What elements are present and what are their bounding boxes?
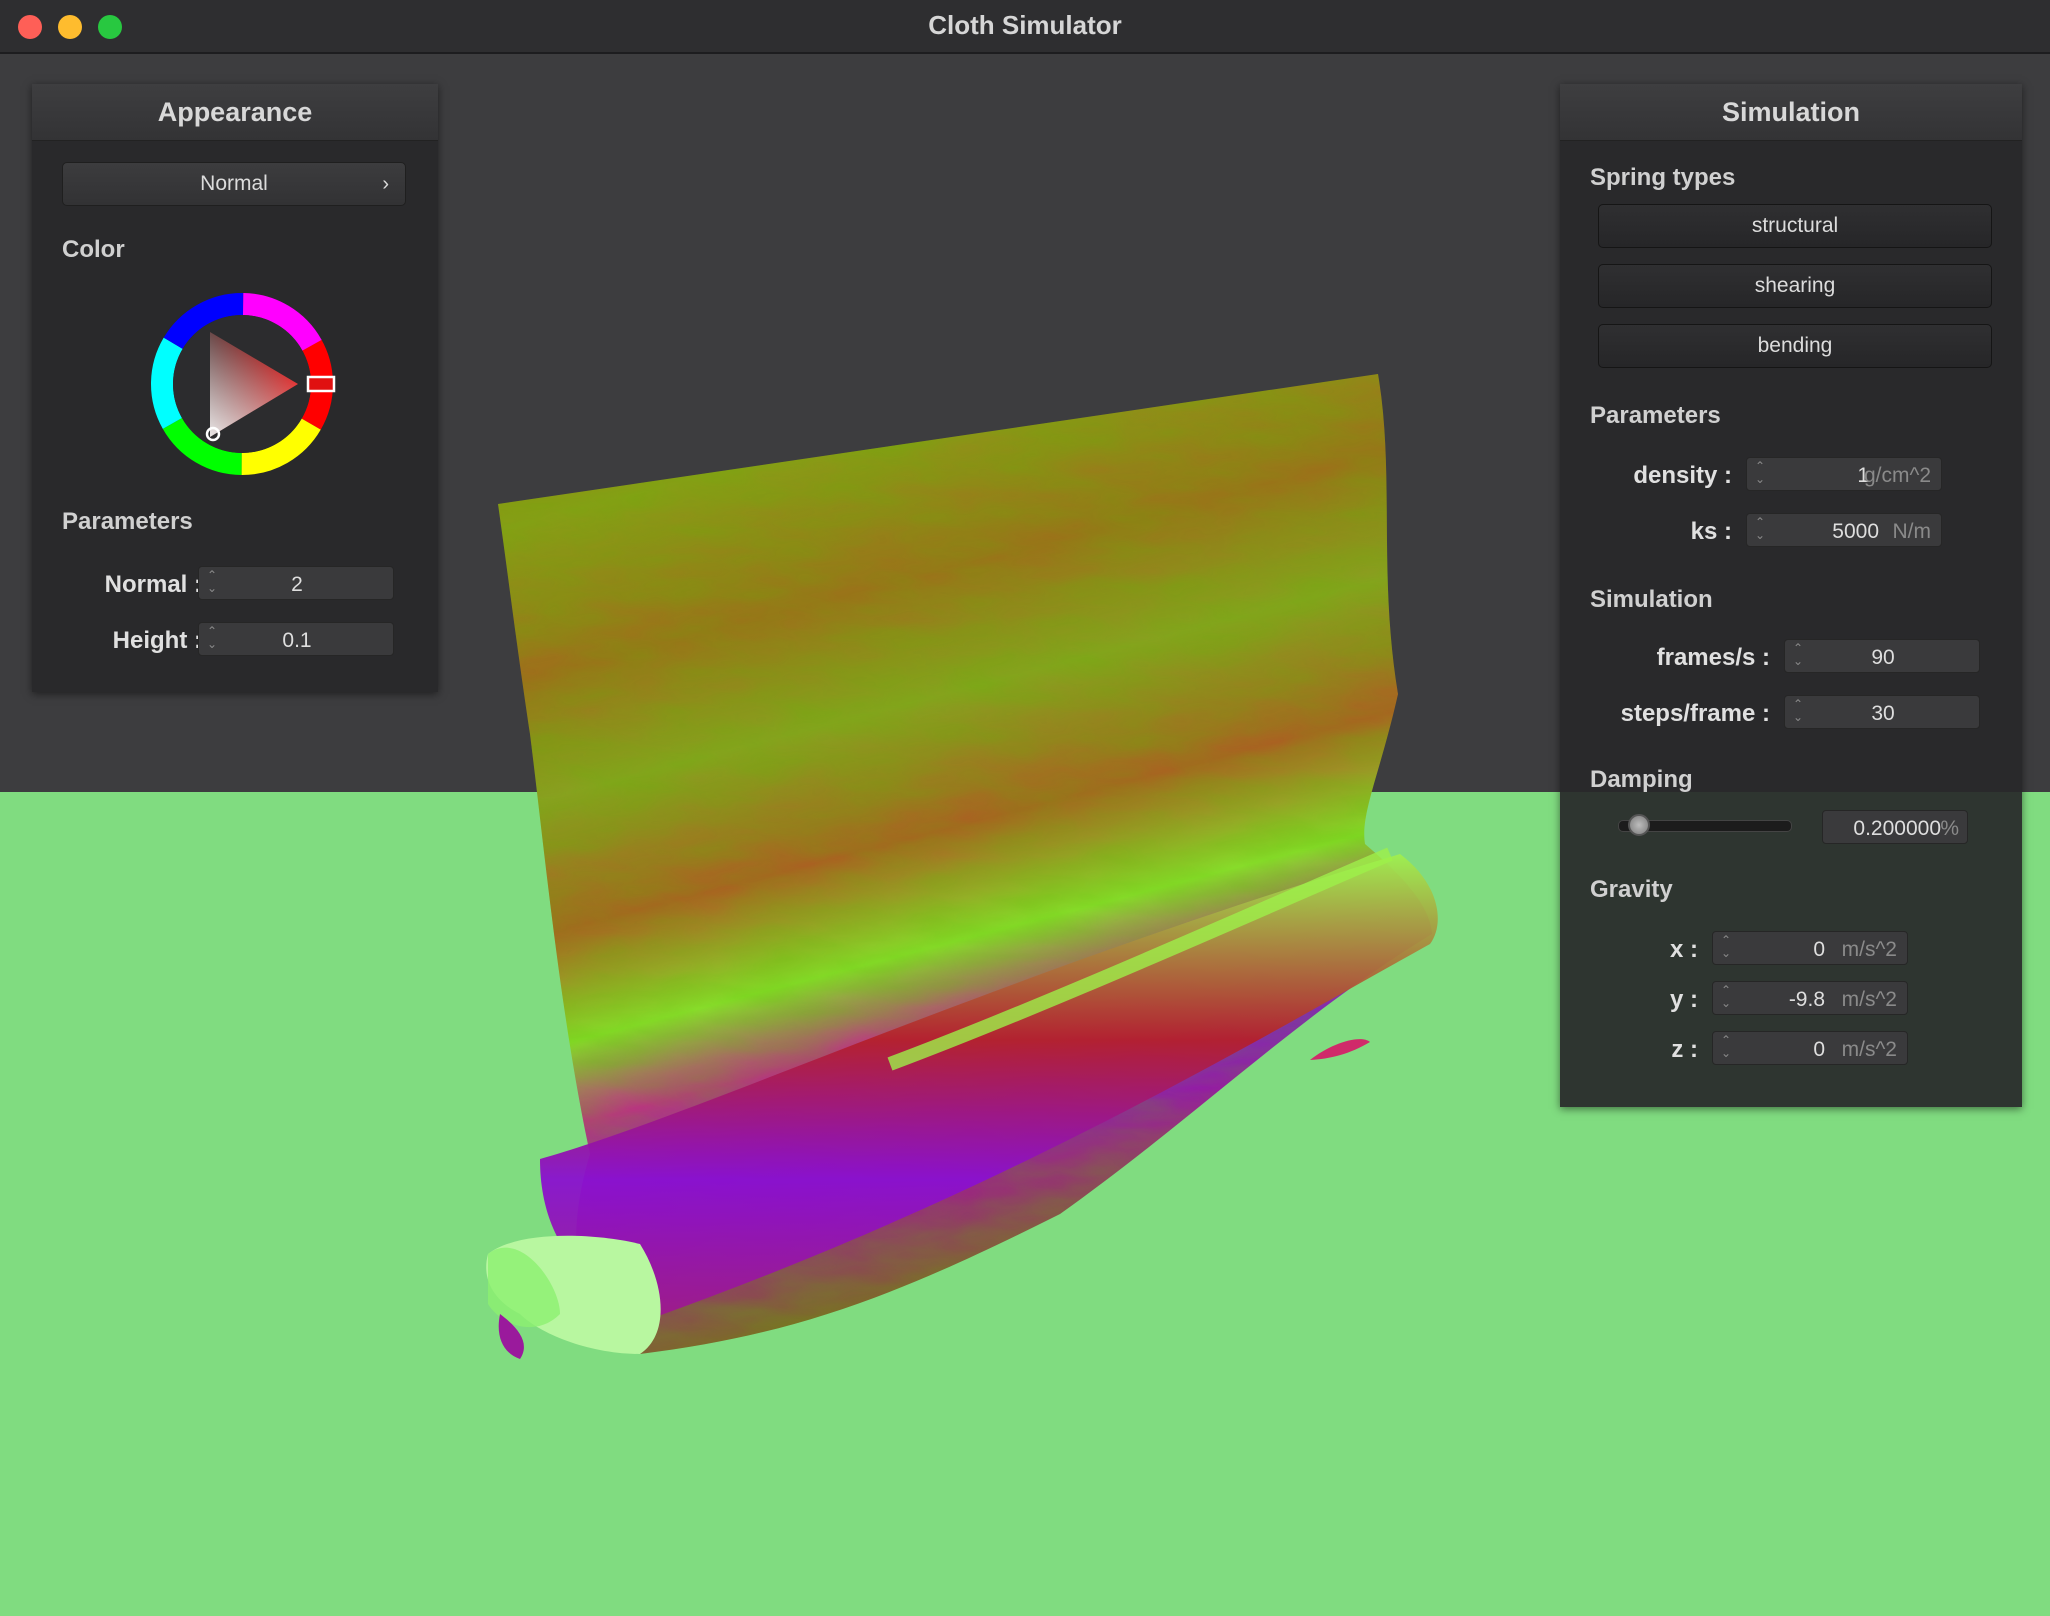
gravity-y-label: y : bbox=[1669, 986, 1698, 1013]
sim-section-label: Simulation bbox=[1590, 586, 1713, 613]
color-section-label: Color bbox=[62, 236, 125, 263]
height-label: Height : bbox=[112, 627, 202, 654]
gravity-x-input[interactable]: ⌃ ⌄ 0 m/s^2 bbox=[1712, 931, 1908, 965]
damping-unit: % bbox=[1940, 817, 1959, 840]
stepper-arrows-icon[interactable]: ⌃ ⌄ bbox=[1721, 934, 1731, 960]
fps-input[interactable]: ⌃ ⌄ 90 bbox=[1784, 639, 1980, 673]
shader-select[interactable]: Normal › bbox=[62, 162, 406, 206]
ks-value: 5000 bbox=[1832, 520, 1879, 543]
damping-input[interactable]: 0.200000 % bbox=[1822, 810, 1968, 844]
ks-input[interactable]: ⌃ ⌄ 5000 N/m bbox=[1746, 513, 1942, 547]
gravity-label: Gravity bbox=[1590, 876, 1673, 903]
damping-value: 0.200000 bbox=[1853, 817, 1941, 840]
fps-label: frames/s : bbox=[1656, 644, 1770, 671]
gravity-z-input[interactable]: ⌃ ⌄ 0 m/s^2 bbox=[1712, 1031, 1908, 1065]
stepper-arrows-icon[interactable]: ⌃ ⌄ bbox=[1755, 516, 1765, 542]
gravity-z-unit: m/s^2 bbox=[1841, 1038, 1897, 1061]
damping-slider-knob[interactable] bbox=[1627, 814, 1650, 836]
title-bar: Cloth Simulator bbox=[0, 0, 2050, 54]
appearance-panel-title: Appearance bbox=[32, 84, 438, 141]
spring-structural-button[interactable]: structural bbox=[1598, 204, 1992, 248]
density-label: density : bbox=[1633, 462, 1732, 489]
gravity-y-unit: m/s^2 bbox=[1841, 988, 1897, 1011]
stepper-arrows-icon[interactable]: ⌃ ⌄ bbox=[1755, 460, 1765, 486]
damping-label: Damping bbox=[1590, 766, 1693, 793]
spring-shearing-button[interactable]: shearing bbox=[1598, 264, 1992, 308]
density-input[interactable]: ⌃ ⌄ 1 g/cm^2 bbox=[1746, 457, 1942, 491]
appearance-params-label: Parameters bbox=[62, 508, 193, 535]
stepper-arrows-icon[interactable]: ⌃ ⌄ bbox=[1721, 984, 1731, 1010]
simulation-panel: Simulation Spring types structural shear… bbox=[1560, 84, 2022, 1107]
ks-unit: N/m bbox=[1892, 520, 1932, 543]
normal-input[interactable]: ⌃ ⌄ 2 bbox=[198, 566, 394, 600]
normal-label: Normal : bbox=[104, 571, 202, 598]
sim-params-label: Parameters bbox=[1590, 402, 1721, 429]
shader-select-value: Normal bbox=[200, 172, 268, 195]
normal-value: 2 bbox=[291, 573, 303, 596]
steps-value: 30 bbox=[1871, 702, 1895, 725]
spring-types-label: Spring types bbox=[1590, 164, 1736, 191]
gravity-z-label: z : bbox=[1671, 1036, 1698, 1063]
spring-bending-button[interactable]: bending bbox=[1598, 324, 1992, 368]
gravity-z-value: 0 bbox=[1813, 1038, 1825, 1061]
gravity-x-unit: m/s^2 bbox=[1841, 938, 1897, 961]
ks-label: ks : bbox=[1690, 518, 1732, 545]
gravity-y-input[interactable]: ⌃ ⌄ -9.8 m/s^2 bbox=[1712, 981, 1908, 1015]
chevron-right-icon: › bbox=[382, 173, 389, 195]
simulation-panel-title: Simulation bbox=[1560, 84, 2022, 141]
gravity-y-value: -9.8 bbox=[1788, 988, 1825, 1011]
density-unit: g/cm^2 bbox=[1863, 464, 1931, 487]
window-title: Cloth Simulator bbox=[928, 10, 1122, 40]
stepper-arrows-icon[interactable]: ⌃ ⌄ bbox=[1721, 1034, 1731, 1060]
fps-value: 90 bbox=[1871, 646, 1895, 669]
steps-input[interactable]: ⌃ ⌄ 30 bbox=[1784, 695, 1980, 729]
appearance-panel: Appearance Normal › Color Parameters Nor… bbox=[32, 84, 438, 692]
height-value: 0.1 bbox=[282, 629, 312, 652]
gravity-x-label: x : bbox=[1669, 936, 1698, 963]
height-input[interactable]: ⌃ ⌄ 0.1 bbox=[198, 622, 394, 656]
color-wheel[interactable] bbox=[142, 284, 342, 484]
gravity-x-value: 0 bbox=[1813, 938, 1825, 961]
steps-label: steps/frame : bbox=[1620, 700, 1770, 727]
